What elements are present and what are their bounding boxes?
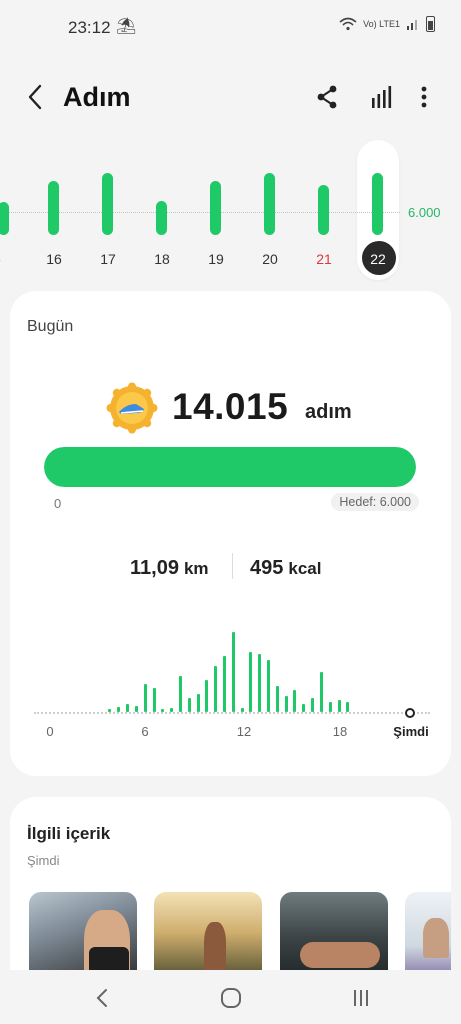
app-header: Adım [0,72,461,124]
hourly-bar [267,660,271,712]
hourly-bar [249,652,253,712]
weekly-steps-chart: 6.000 15 16 17 18 19 20 21 22 [0,140,461,285]
week-day-22[interactable]: 22 [363,251,393,267]
week-bar-15[interactable] [0,202,9,235]
distance-value: 11,09 [130,557,179,579]
hourly-bar [143,684,147,712]
hourly-bar [223,656,226,712]
hourly-axis-label: 18 [332,724,348,739]
today-label: Bugün [27,318,74,335]
network-label: Vo) LTE1 [363,19,400,29]
week-bar-16[interactable] [48,180,59,235]
nav-recents-icon[interactable] [348,986,374,1010]
steps-progress-bar [44,447,416,487]
week-day-15[interactable]: 15 [0,251,8,267]
related-thumbnail-running[interactable] [154,892,262,982]
hourly-bar [319,672,323,712]
hourly-bar [337,700,341,712]
goal-line-label: 6.000 [408,205,441,220]
hourly-bar [346,702,350,712]
hourly-bar [187,698,191,712]
hourly-baseline [34,712,430,714]
signal-icon [407,20,417,30]
hourly-bar [126,704,130,712]
hourly-axis-label: 0 [46,724,54,739]
hourly-bar [302,704,306,712]
today-card: Bugün 14.015 adım 0 Hedef: 6.000 11,09 km… [10,291,451,776]
distance-stat: 11,09 km [130,557,209,580]
hourly-bar [214,666,218,712]
hourly-axis-label: Şimdi [393,724,429,739]
week-day-21[interactable]: 21 [309,251,339,267]
status-bar: 23:12 ⛱ Vo) LTE1 [0,0,461,56]
week-bar-17[interactable] [102,173,113,235]
week-bar-22[interactable] [372,173,383,235]
hourly-bar [275,686,279,712]
steps-unit: adım [305,401,352,423]
related-thumbnail-arm-workout[interactable] [29,892,137,982]
system-icons: Vo) LTE1 [339,16,435,32]
week-day-19[interactable]: 19 [201,251,231,267]
nav-back-icon[interactable] [90,986,116,1010]
hourly-bar [170,708,174,712]
week-day-20[interactable]: 20 [255,251,285,267]
stat-divider [232,553,233,579]
battery-icon [426,16,435,32]
hourly-steps-chart[interactable]: 0 6 12 18 Şimdi [34,621,430,741]
chart-icon[interactable] [366,82,396,112]
nav-home-icon[interactable] [218,986,244,1010]
hourly-bar [178,676,182,712]
calories-unit: kcal [288,559,322,578]
now-marker [405,708,415,718]
goal-medal-icon [106,382,158,434]
hourly-bar [293,690,297,712]
week-day-18[interactable]: 18 [147,251,177,267]
hourly-bar [311,698,315,712]
hourly-bar [258,654,262,712]
hourly-axis-label: 12 [236,724,252,739]
distance-unit: km [183,559,209,578]
hourly-bar [328,702,332,712]
more-options-icon[interactable] [409,82,439,112]
goal-badge: Hedef: 6.000 [331,493,419,511]
hourly-bar [152,688,156,712]
page-title: Adım [63,82,131,112]
status-time: 23:12 [68,18,111,37]
week-bar-18[interactable] [156,201,167,235]
steps-count: 14.015 [172,386,289,427]
steps-progress-fill [44,447,416,487]
related-subtitle: Şimdi [27,853,60,868]
week-bar-20[interactable] [264,173,275,235]
hourly-bar [134,706,138,712]
related-thumbnail-floor-exercise[interactable] [280,892,388,982]
share-icon[interactable] [312,82,342,112]
week-day-17[interactable]: 17 [93,251,123,267]
goal-line [0,212,400,213]
hourly-bar [205,680,209,712]
runner-icon: ⛱ [116,18,137,35]
hourly-bar [231,632,235,712]
week-bar-19[interactable] [210,180,221,235]
related-title: İlgili içerik [27,824,111,843]
back-arrow-icon[interactable] [24,82,48,112]
hourly-bar [117,707,121,712]
progress-start-label: 0 [54,496,62,511]
calories-stat: 495 kcal [250,557,321,580]
week-bar-21[interactable] [318,184,329,235]
system-nav-bar [0,970,461,1024]
hourly-bar [196,694,200,712]
calories-value: 495 [250,557,284,579]
hourly-bar [240,708,244,712]
related-thumbnail-yoga[interactable] [405,892,451,982]
hourly-axis-label: 6 [141,724,149,739]
hourly-bar [284,696,288,712]
week-day-16[interactable]: 16 [39,251,69,267]
wifi-icon [339,17,357,31]
